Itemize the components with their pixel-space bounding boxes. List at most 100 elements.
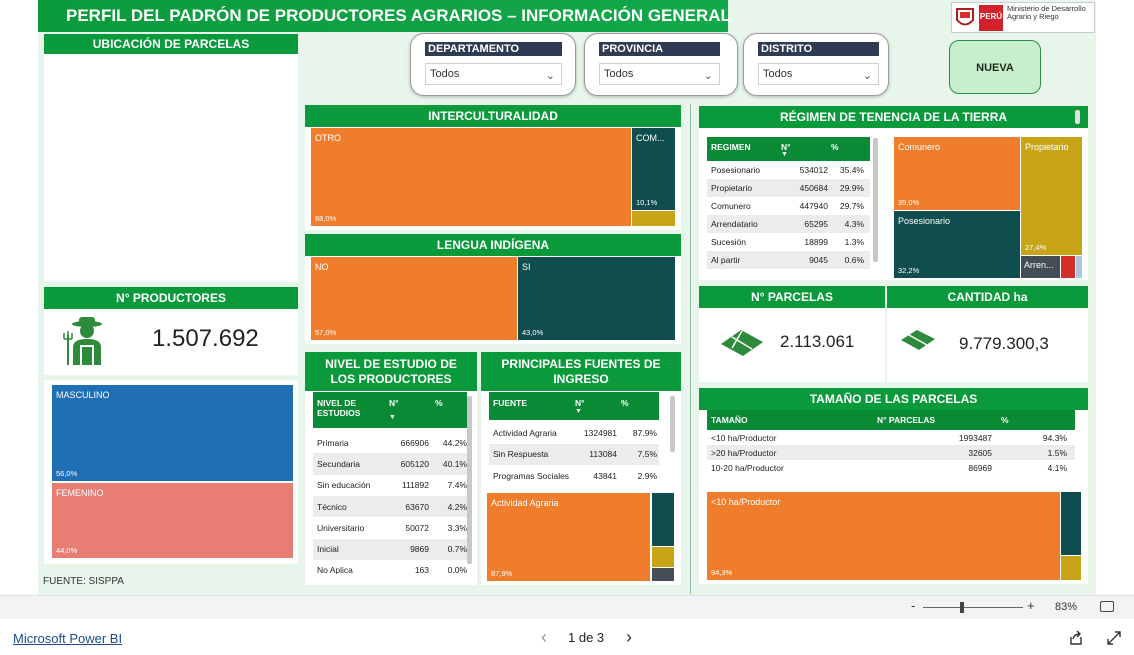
next-page-button[interactable]: › bbox=[626, 627, 632, 648]
tamano-header-pct[interactable]: % bbox=[1001, 415, 1009, 425]
tm-comunero[interactable]: Comunero 35,0% bbox=[894, 137, 1020, 210]
tm-si[interactable]: SI 43,0% bbox=[518, 257, 675, 340]
departamento-dropdown[interactable]: Todos ⌄ bbox=[425, 63, 562, 85]
tm-sucesion[interactable] bbox=[1061, 256, 1075, 278]
table-cell: 4.2% bbox=[447, 501, 467, 512]
fullscreen-icon[interactable] bbox=[1106, 630, 1122, 646]
estudio-header-n[interactable]: N° bbox=[389, 398, 399, 408]
tm-masculino-pct: 56,0% bbox=[56, 469, 78, 478]
table-cell: 44.2% bbox=[442, 437, 467, 448]
distrito-label: DISTRITO bbox=[758, 42, 879, 56]
parcelas-title: N° PARCELAS bbox=[699, 286, 885, 308]
estudio-header-nivel[interactable]: NIVEL DE ESTUDIOS bbox=[317, 398, 377, 418]
interculturalidad-card: INTERCULTURALIDAD OTRO 88,0% COM... 10,1… bbox=[305, 105, 681, 230]
departamento-value: Todos bbox=[430, 68, 460, 80]
tm-programas[interactable] bbox=[652, 547, 674, 567]
tm-al-partir[interactable] bbox=[1076, 256, 1082, 278]
table-row[interactable]: >20 ha/Productor 32605 1.5% bbox=[707, 445, 1075, 460]
fuentes-header-fuente[interactable]: FUENTE bbox=[493, 398, 527, 408]
tamano-header-tamano[interactable]: TAMAÑO bbox=[711, 415, 748, 425]
table-row[interactable]: Propietario 450684 29.9% bbox=[707, 179, 870, 197]
tm-sin-respuesta[interactable] bbox=[652, 493, 674, 546]
cantidad-card: CANTIDAD ha 9.779.300,3 bbox=[887, 286, 1088, 382]
tm-femenino-pct: 44,0% bbox=[56, 546, 78, 555]
tenencia-header-scroll[interactable] bbox=[1075, 110, 1080, 124]
new-search-button[interactable]: NUEVA BÚSQUEDA bbox=[949, 40, 1041, 128]
table-row[interactable]: Al partir 9045 0.6% bbox=[707, 251, 870, 269]
tm-comunero-pct: 35,0% bbox=[898, 198, 920, 207]
tamano-card: TAMAÑO DE LAS PARCELAS TAMAÑO N° PARCELA… bbox=[699, 388, 1088, 584]
table-cell: Primaria bbox=[317, 437, 349, 448]
tamano-header-parcelas[interactable]: N° PARCELAS bbox=[877, 415, 935, 425]
map-title: UBICACIÓN DE PARCELAS bbox=[44, 34, 298, 54]
table-cell: Al partir bbox=[711, 255, 741, 265]
tm-actividad-agraria-label: Actividad Agraria bbox=[491, 498, 559, 508]
zoom-out-button[interactable]: - bbox=[911, 598, 915, 613]
tm-posesionario[interactable]: Posesionario 32,2% bbox=[894, 211, 1020, 278]
page-indicator: 1 de 3 bbox=[568, 630, 605, 645]
table-row[interactable]: Secundaria 605120 40.1% bbox=[313, 453, 467, 475]
departamento-slicer[interactable]: DEPARTAMENTO Todos ⌄ bbox=[410, 33, 576, 96]
fuentes-header-n[interactable]: N° bbox=[575, 398, 585, 408]
table-row[interactable]: Arrendatario 65295 4.3% bbox=[707, 215, 870, 233]
tm-actividad-agraria[interactable]: Actividad Agraria 87,9% bbox=[487, 493, 650, 581]
tenencia-header-regimen[interactable]: REGIMEN bbox=[711, 142, 751, 152]
estudio-card: NIVEL DE ESTUDIO DE LOS PRODUCTORES NIVE… bbox=[305, 352, 477, 585]
table-row[interactable]: Universitario 50072 3.3% bbox=[313, 517, 467, 538]
table-cell: 29.9% bbox=[839, 183, 864, 193]
tm-masculino: MASCULINO 56,0% bbox=[52, 385, 293, 481]
provincia-slicer[interactable]: PROVINCIA Todos ⌄ bbox=[584, 33, 738, 96]
tm-mas-20ha[interactable] bbox=[1061, 556, 1081, 580]
table-cell: 86969 bbox=[968, 462, 992, 473]
table-row[interactable]: <10 ha/Productor 1993487 94.3% bbox=[707, 430, 1075, 445]
table-row[interactable]: 10-20 ha/Productor 86969 4.1% bbox=[707, 460, 1075, 475]
distrito-slicer[interactable]: DISTRITO Todos ⌄ bbox=[743, 33, 889, 96]
tenencia-header-pct[interactable]: % bbox=[831, 142, 839, 152]
tm-otro[interactable]: OTRO 88,0% bbox=[311, 128, 631, 226]
table-row[interactable]: Posesionario 534012 35.4% bbox=[707, 161, 870, 179]
fit-to-page-icon[interactable] bbox=[1100, 601, 1114, 612]
tm-otros-fuentes[interactable] bbox=[652, 568, 674, 581]
tm-no-pct: 57,0% bbox=[315, 328, 337, 337]
fuentes-scrollbar[interactable] bbox=[670, 396, 675, 452]
tm-arrendatario[interactable]: Arren... bbox=[1021, 256, 1060, 278]
tenencia-scrollbar[interactable] bbox=[873, 138, 878, 262]
tm-com[interactable]: COM... 10,1% bbox=[632, 128, 675, 210]
estudio-scrollbar[interactable] bbox=[467, 396, 472, 564]
powerbi-link[interactable]: Microsoft Power BI bbox=[13, 631, 122, 646]
distrito-dropdown[interactable]: Todos ⌄ bbox=[758, 63, 879, 85]
share-icon[interactable] bbox=[1068, 630, 1084, 646]
table-row[interactable]: Técnico 63670 4.2% bbox=[313, 495, 467, 518]
table-row[interactable]: Inicial 9869 0.7% bbox=[313, 538, 467, 560]
fuentes-header-pct[interactable]: % bbox=[621, 398, 629, 408]
table-row[interactable]: Comunero 447940 29.7% bbox=[707, 197, 870, 215]
table-cell: Sin Respuesta bbox=[493, 449, 549, 460]
table-cell: 666906 bbox=[400, 437, 429, 448]
zoom-in-button[interactable]: + bbox=[1027, 598, 1035, 613]
fuentes-card: PRINCIPALES FUENTES DE INGRESO FUENTE N°… bbox=[481, 352, 681, 585]
provincia-dropdown[interactable]: Todos ⌄ bbox=[599, 63, 720, 85]
tm-menos-10ha[interactable]: <10 ha/Productor 94,3% bbox=[707, 492, 1060, 580]
estudio-header-pct[interactable]: % bbox=[435, 398, 443, 408]
table-row[interactable]: No Aplica 163 0.0% bbox=[313, 560, 467, 574]
table-row[interactable]: Sin educación 111892 7.4% bbox=[313, 475, 467, 496]
sort-desc-icon: ▼ bbox=[389, 414, 396, 421]
table-cell: 65295 bbox=[804, 219, 828, 229]
parcelas-value: 2.113.061 bbox=[780, 332, 855, 351]
table-cell: 1324981 bbox=[583, 427, 617, 438]
table-row[interactable]: Actividad Agraria 1324981 87.9% bbox=[489, 422, 659, 444]
tm-otro-small[interactable] bbox=[632, 211, 675, 226]
table-row[interactable]: Primaria 666906 44.2% bbox=[313, 432, 467, 453]
table-cell: 29.7% bbox=[839, 201, 864, 211]
table-row[interactable]: Programas Sociales 43841 2.9% bbox=[489, 465, 659, 482]
tm-no[interactable]: NO 57,0% bbox=[311, 257, 517, 340]
zoom-slider-thumb[interactable] bbox=[960, 602, 964, 613]
table-row[interactable]: Sin Respuesta 113084 7.5% bbox=[489, 443, 659, 465]
table-row[interactable]: Sucesión 18899 1.3% bbox=[707, 233, 870, 251]
previous-page-button[interactable]: ‹ bbox=[541, 627, 547, 648]
land-area-icon bbox=[899, 328, 937, 352]
source-note: FUENTE: SISPPA bbox=[43, 576, 124, 587]
tm-10-20ha[interactable] bbox=[1061, 492, 1081, 555]
tm-propietario[interactable]: Propietario 27,4% bbox=[1021, 137, 1082, 255]
zoom-slider[interactable] bbox=[923, 607, 1023, 608]
